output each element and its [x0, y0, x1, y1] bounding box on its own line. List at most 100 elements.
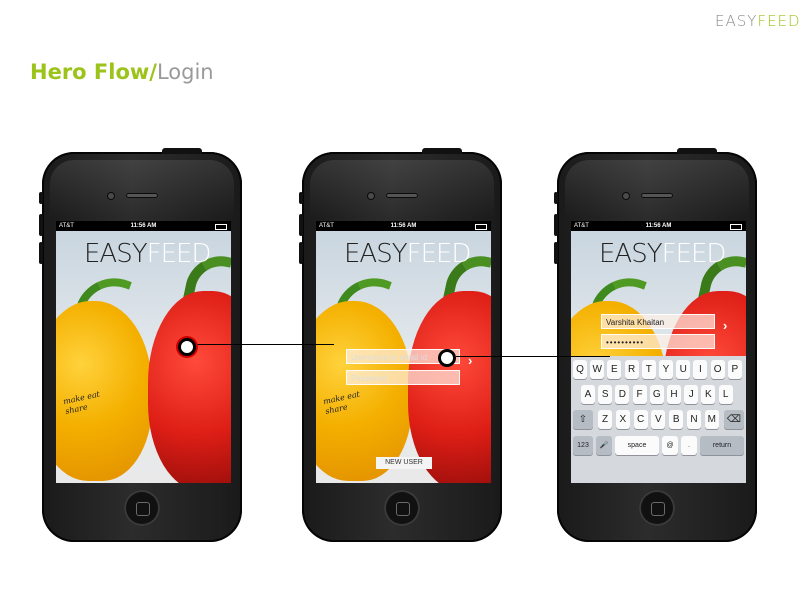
key-a[interactable]: A [581, 385, 595, 404]
app-logo-part2: FEED [406, 239, 472, 269]
key-e[interactable]: E [607, 360, 622, 379]
battery-icon [475, 224, 487, 230]
numbers-key[interactable]: 123 [573, 436, 593, 455]
title-primary: Hero Flow [30, 60, 150, 84]
key-i[interactable]: I [693, 360, 708, 379]
phone-mockup-typing: AT&T 11:56 AM EASYFEED Varshita Khaitan … [554, 148, 757, 542]
space-key[interactable]: space [615, 436, 659, 455]
key-k[interactable]: K [701, 385, 716, 404]
key-g[interactable]: G [649, 385, 664, 404]
app-logo: EASYFEED [344, 239, 472, 269]
key-c[interactable]: C [633, 410, 648, 429]
front-camera [108, 193, 114, 199]
keyboard-row-4: 123 🎤 space @ . return [571, 436, 746, 456]
tap-indicator-1 [178, 338, 196, 356]
key-w[interactable]: W [590, 360, 605, 379]
key-f[interactable]: F [632, 385, 647, 404]
key-n[interactable]: N [687, 410, 701, 429]
chevron-right-icon[interactable]: › [723, 318, 727, 333]
key-v[interactable]: V [651, 410, 666, 429]
on-screen-keyboard: QWERTYUIOP ASDFGHJKL ⇧ ⌫ ZXCVBNM 123 🎤 s… [571, 356, 746, 483]
volume-up-button [554, 214, 558, 236]
key-t[interactable]: T [641, 360, 656, 379]
title-secondary: Login [156, 60, 214, 84]
shift-key[interactable]: ⇧ [573, 410, 593, 429]
volume-up-button [39, 214, 43, 236]
mute-switch [39, 192, 43, 204]
power-button [677, 148, 717, 154]
key-d[interactable]: D [615, 385, 630, 404]
status-bar: AT&T 11:56 AM [571, 221, 746, 231]
key-o[interactable]: O [710, 360, 725, 379]
brand-logo-part1: EASY [715, 12, 758, 30]
key-l[interactable]: L [718, 385, 733, 404]
at-key[interactable]: @ [662, 436, 678, 455]
mic-key[interactable]: 🎤 [596, 436, 612, 455]
clock-label: 11:56 AM [130, 223, 157, 229]
password-field[interactable]: Password [346, 370, 460, 385]
password-field[interactable]: •••••••••• [601, 334, 715, 349]
glass-glare [50, 160, 234, 218]
key-b[interactable]: B [669, 410, 684, 429]
brand-logo: EASYFEED [715, 12, 800, 30]
delete-key[interactable]: ⌫ [724, 410, 744, 429]
power-button [162, 148, 202, 154]
screen-splash[interactable]: AT&T 11:56 AM EASYFEED make eat share [56, 221, 231, 483]
flow-connector-1 [194, 344, 334, 345]
keyboard-row-3: ⇧ ⌫ ZXCVBNM [571, 410, 746, 430]
key-q[interactable]: Q [573, 360, 587, 379]
glass-glare [310, 160, 494, 218]
app-logo-part1: EASY [84, 239, 148, 269]
key-s[interactable]: S [598, 385, 613, 404]
app-logo: EASYFEED [84, 239, 212, 269]
clock-label: 11:56 AM [645, 223, 672, 229]
key-z[interactable]: Z [598, 410, 612, 429]
title-separator: / [149, 60, 157, 84]
mute-switch [299, 192, 303, 204]
earpiece-speaker [386, 193, 418, 198]
key-y[interactable]: Y [659, 360, 673, 379]
home-button[interactable] [639, 490, 675, 526]
volume-down-button [39, 242, 43, 264]
phone-mockup-login: AT&T 11:56 AM EASYFEED Username or email… [299, 148, 502, 542]
key-j[interactable]: J [684, 385, 699, 404]
red-pepper [148, 291, 231, 483]
app-logo-part1: EASY [599, 239, 663, 269]
dot-key[interactable]: . [681, 436, 697, 455]
screen-login-typing: AT&T 11:56 AM EASYFEED Varshita Khaitan … [571, 221, 746, 483]
page-title: Hero Flow/Login [30, 60, 214, 84]
new-user-button[interactable]: NEW USER [376, 457, 432, 469]
key-u[interactable]: U [676, 360, 691, 379]
volume-down-button [554, 242, 558, 264]
red-pepper [408, 291, 491, 483]
battery-icon [730, 224, 742, 230]
key-h[interactable]: H [667, 385, 681, 404]
key-r[interactable]: R [624, 360, 639, 379]
battery-icon [215, 224, 227, 230]
app-logo-part2: FEED [146, 239, 212, 269]
username-field[interactable]: Varshita Khaitan [601, 314, 715, 329]
front-camera [368, 193, 374, 199]
key-m[interactable]: M [704, 410, 719, 429]
tap-indicator-2 [438, 349, 456, 367]
home-button[interactable] [124, 490, 160, 526]
clock-label: 11:56 AM [390, 223, 417, 229]
key-x[interactable]: X [615, 410, 630, 429]
app-logo-part2: FEED [661, 239, 727, 269]
status-bar: AT&T 11:56 AM [56, 221, 231, 231]
keyboard-row-1: QWERTYUIOP [571, 360, 746, 380]
password-dots: •••••••••• [606, 338, 645, 347]
front-camera [623, 193, 629, 199]
app-logo: EASYFEED [599, 239, 727, 269]
return-key[interactable]: return [700, 436, 744, 455]
volume-up-button [299, 214, 303, 236]
glass-glare [565, 160, 749, 218]
yellow-pepper [56, 301, 152, 481]
home-button[interactable] [384, 490, 420, 526]
status-bar: AT&T 11:56 AM [316, 221, 491, 231]
earpiece-speaker [641, 193, 673, 198]
key-p[interactable]: P [727, 360, 742, 379]
earpiece-speaker [126, 193, 158, 198]
flow-connector-2 [456, 356, 610, 357]
mute-switch [554, 192, 558, 204]
